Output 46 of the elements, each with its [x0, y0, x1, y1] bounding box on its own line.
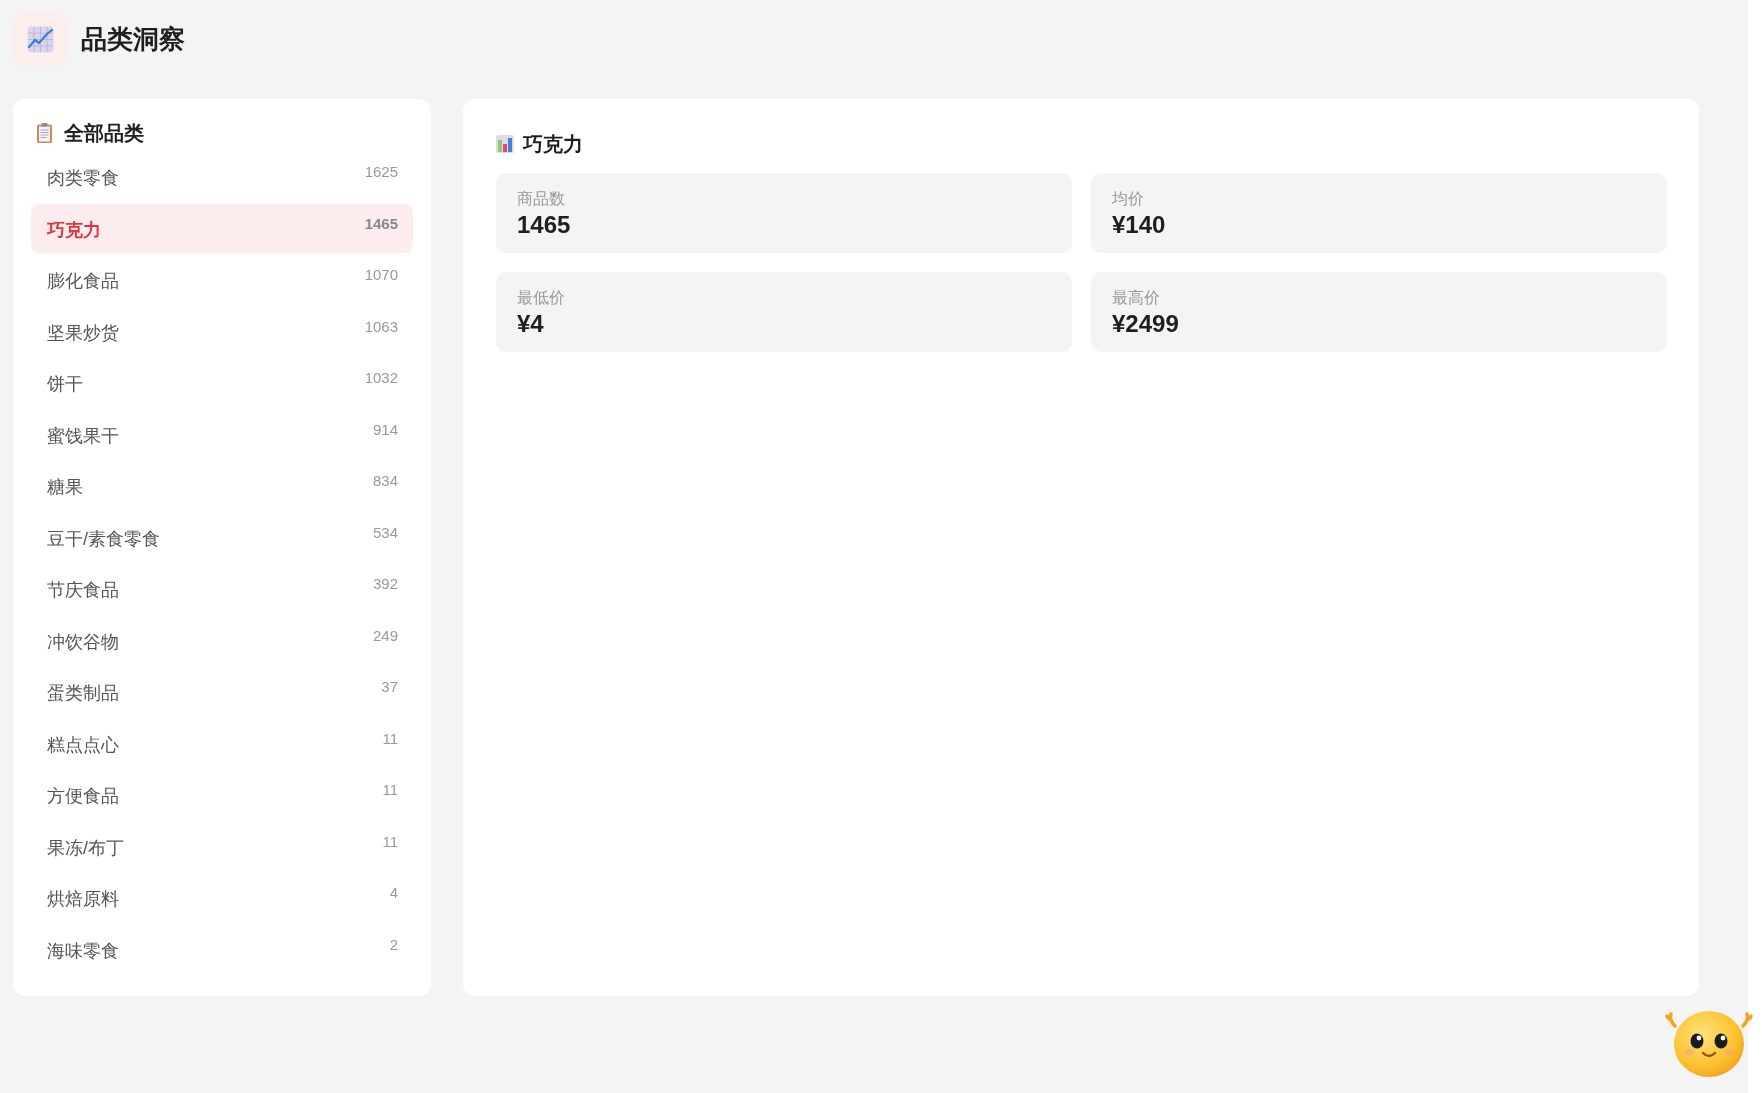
category-item[interactable]: 糕点点心 11 — [31, 718, 413, 768]
item-count: 11 — [382, 780, 398, 800]
category-item[interactable]: 膨化食品 1070 — [31, 255, 413, 304]
bar-chart-icon — [496, 135, 514, 153]
stat-value: 1465 — [517, 210, 572, 240]
stat-label: 均价 — [1112, 189, 1145, 209]
item-count: 1070 — [364, 265, 398, 285]
category-item[interactable]: 豆干/素食零食 534 — [31, 512, 413, 562]
category-item[interactable]: 坚果炒货 1063 — [31, 306, 413, 356]
category-item[interactable]: 方便食品 11 — [31, 770, 413, 819]
item-count: 1063 — [364, 316, 398, 337]
stat-value: ¥140 — [1112, 210, 1167, 240]
stat-label: 最低价 — [517, 288, 566, 308]
category-item[interactable]: 蜜饯果干 914 — [31, 409, 413, 459]
item-count: 1465 — [364, 213, 398, 234]
category-item[interactable]: 巧克力 1465 — [31, 203, 413, 253]
item-count: 11 — [382, 831, 398, 852]
stat-value: ¥4 — [517, 309, 545, 339]
item-count: 2 — [389, 934, 398, 955]
category-item[interactable]: 烘焙原料 4 — [31, 873, 413, 922]
item-count: 834 — [372, 471, 398, 491]
item-count: 534 — [372, 522, 398, 543]
page-title: 品类洞察 — [81, 23, 185, 56]
category-item[interactable]: 海味零食 2 — [31, 924, 413, 974]
chart-up-icon — [13, 12, 67, 66]
stat-label: 商品数 — [517, 189, 566, 209]
item-count: 914 — [372, 419, 398, 440]
category-item[interactable]: 果冻/布丁 11 — [31, 821, 413, 871]
category-item[interactable]: 饼干 1032 — [31, 358, 413, 407]
category-item[interactable]: 糖果 834 — [31, 461, 413, 510]
item-count: 11 — [382, 728, 398, 749]
item-count: 249 — [372, 625, 398, 646]
category-item[interactable]: 蛋类制品 37 — [31, 667, 413, 716]
category-item[interactable]: 冲饮谷物 249 — [31, 615, 413, 665]
item-count: 1625 — [364, 162, 398, 182]
stat-label: 最高价 — [1112, 288, 1161, 308]
item-count: 392 — [372, 574, 398, 594]
item-count: 37 — [381, 677, 398, 697]
item-count: 4 — [389, 883, 398, 903]
category-item[interactable]: 节庆食品 392 — [31, 564, 413, 613]
detail-title: 巧克力 — [523, 132, 583, 157]
category-item[interactable]: 肉类零食 1625 — [31, 152, 413, 201]
stat-value: ¥2499 — [1112, 309, 1180, 339]
item-count: 1032 — [364, 368, 398, 388]
panel-title: 全部品类 — [64, 121, 144, 146]
clipboard-icon — [37, 123, 52, 143]
